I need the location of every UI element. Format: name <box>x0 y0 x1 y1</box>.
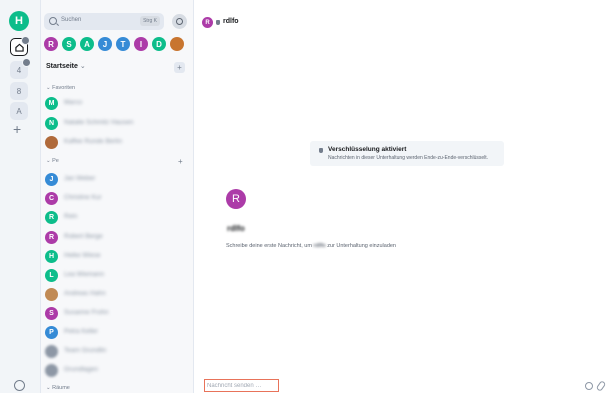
home-header[interactable]: Startseite ⌄ <box>46 62 86 70</box>
room-avatar <box>45 364 58 377</box>
room-list-item[interactable]: P Petra Keller <box>45 325 189 341</box>
room-intro-text: Schreibe deine erste Nachricht, um rdlfo… <box>226 243 396 249</box>
room-avatar <box>45 345 58 358</box>
user-avatar[interactable]: H <box>9 11 29 31</box>
recent-room-avatar[interactable]: J <box>98 37 112 51</box>
room-avatar <box>45 136 58 149</box>
recent-rooms-bar: R S A J T I D <box>44 37 184 55</box>
room-avatar <box>45 288 58 301</box>
room-name: Rein <box>64 213 78 220</box>
recent-room-avatar[interactable] <box>170 37 184 51</box>
room-name: Natalie Schmitz Hausen <box>64 119 134 126</box>
intro-text-after: zur Unterhaltung einzuladen <box>325 243 396 249</box>
recent-room-avatar[interactable]: S <box>62 37 76 51</box>
search-shortcut: Strg K <box>140 16 160 26</box>
room-list-item[interactable]: Kaffee Runde Berlin <box>45 135 189 151</box>
room-name: Marco <box>64 99 83 106</box>
search-icon <box>49 17 57 25</box>
room-avatar: S <box>45 307 58 320</box>
room-list-item[interactable]: Andreas Hahn <box>45 287 189 303</box>
room-avatar: M <box>45 97 58 110</box>
emoji-icon[interactable] <box>585 382 593 390</box>
encryption-notice: Verschlüsselung aktiviert Nachrichten in… <box>310 141 504 166</box>
home-space-button[interactable] <box>10 36 30 56</box>
room-list-item[interactable]: C Christine Kur <box>45 191 189 207</box>
room-name: Lea Wiemann <box>64 271 105 278</box>
room-name: Andreas Hahn <box>64 290 106 297</box>
encryption-title: Verschlüsselung aktiviert <box>328 146 407 153</box>
room-list-item[interactable]: R Robert Berge <box>45 230 189 246</box>
add-room-button[interactable]: + <box>174 62 185 73</box>
room-avatar: C <box>45 192 58 205</box>
space-label: A <box>16 106 22 116</box>
room-list-item[interactable]: R Rein <box>45 210 189 226</box>
room-avatar: H <box>45 250 58 263</box>
message-composer <box>204 379 279 392</box>
room-list-item[interactable]: Grundlagen <box>45 363 189 379</box>
recent-room-avatar[interactable]: R <box>44 37 58 51</box>
space-label: 8 <box>16 86 22 96</box>
room-name: Heike Wiese <box>64 252 101 259</box>
room-name: Susanne Frohn <box>64 309 109 316</box>
space-button-a[interactable]: A <box>10 102 28 120</box>
room-list-item[interactable]: S Susanne Frohn <box>45 306 189 322</box>
room-avatar: J <box>45 173 58 186</box>
unread-badge <box>22 58 31 67</box>
recent-room-avatar[interactable]: A <box>80 37 94 51</box>
section-header-favorites[interactable]: ⌄ Favoriten <box>46 85 75 91</box>
room-list-item[interactable]: M Marco <box>45 96 189 112</box>
room-avatar: R <box>45 211 58 224</box>
intro-room-name: rdlfo <box>313 243 326 249</box>
room-list-item[interactable]: L Lea Wiemann <box>45 268 189 284</box>
space-rail: H 4 8 A + <box>0 0 41 393</box>
add-person-button[interactable]: + <box>178 157 183 166</box>
section-header-rooms[interactable]: ⌄ Räume <box>46 385 70 391</box>
room-header-avatar[interactable]: R <box>202 17 213 28</box>
room-name: Christine Kur <box>64 194 102 201</box>
space-label: 4 <box>16 65 22 75</box>
room-list-item[interactable]: J Jan Weber <box>45 172 189 188</box>
shield-icon <box>319 148 323 153</box>
message-input[interactable] <box>207 380 275 391</box>
intro-text-before: Schreibe deine erste Nachricht, um <box>226 243 314 249</box>
explore-rooms-icon[interactable] <box>172 14 187 29</box>
room-view: R rdlfo Verschlüsselung aktiviert Nachri… <box>194 0 615 393</box>
room-intro-avatar: R <box>226 189 246 209</box>
room-list-sidebar: Suchen Strg K R S A J T I D Startseite ⌄ … <box>41 0 194 393</box>
attachment-icon[interactable] <box>595 380 607 392</box>
encryption-subtitle: Nachrichten in dieser Unterhaltung werde… <box>328 155 489 161</box>
chevron-down-icon: ⌄ <box>79 63 86 70</box>
room-header-name[interactable]: rdlfo <box>223 18 239 25</box>
create-space-button[interactable]: + <box>13 121 21 137</box>
recent-room-avatar[interactable]: I <box>134 37 148 51</box>
search-placeholder: Suchen <box>61 17 82 23</box>
room-avatar: L <box>45 269 58 282</box>
recent-room-avatar[interactable]: D <box>152 37 166 51</box>
recent-room-avatar[interactable]: T <box>116 37 130 51</box>
room-name: Grundlagen <box>64 366 98 373</box>
room-name: Jan Weber <box>64 175 96 182</box>
room-name: Team Grundlin <box>64 347 107 354</box>
unread-badge <box>21 36 30 45</box>
search-button[interactable]: Suchen Strg K <box>44 13 164 30</box>
room-avatar: R <box>45 231 58 244</box>
section-header-people[interactable]: ⌄ Pe <box>46 158 59 164</box>
room-name: Kaffee Runde Berlin <box>64 138 123 145</box>
space-button-8[interactable]: 8 <box>10 82 28 100</box>
room-list-item[interactable]: H Heike Wiese <box>45 249 189 265</box>
room-avatar: N <box>45 117 58 130</box>
room-list-item[interactable]: N Natalie Schmitz Hausen <box>45 116 189 132</box>
room-name: Petra Keller <box>64 328 98 335</box>
home-title: Startseite <box>46 63 78 70</box>
shield-icon <box>216 20 220 25</box>
room-list-item[interactable]: Team Grundlin <box>45 344 189 360</box>
room-intro-name: rdlfo <box>227 224 245 233</box>
space-button-4[interactable]: 4 <box>10 58 31 79</box>
settings-icon[interactable] <box>14 380 25 391</box>
room-name: Robert Berge <box>64 233 103 240</box>
room-avatar: P <box>45 326 58 339</box>
